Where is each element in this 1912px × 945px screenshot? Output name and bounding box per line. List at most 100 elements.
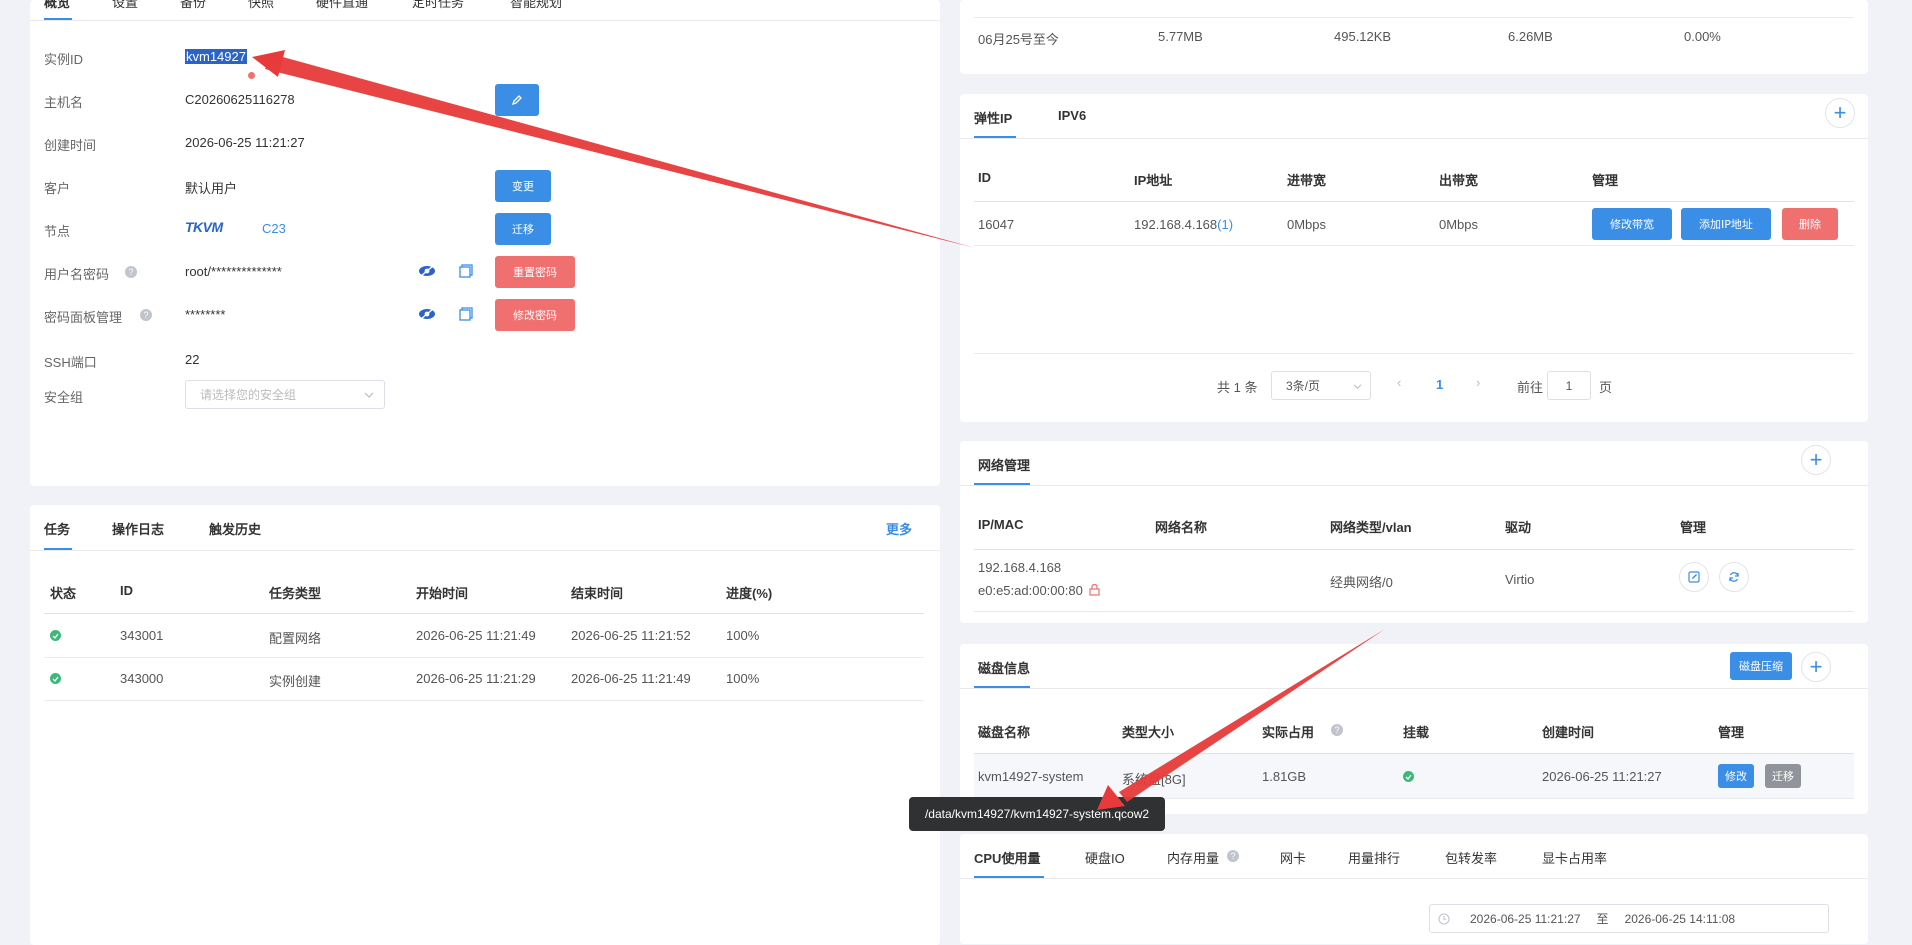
tab-passthrough[interactable]: 硬件直通 (316, 0, 368, 11)
task-end: 2026-06-25 11:21:49 (571, 671, 691, 686)
modify-bandwidth-button[interactable]: 修改带宽 (1592, 208, 1672, 240)
tab-planning[interactable]: 智能规划 (510, 0, 562, 11)
table-bottom-divider (974, 353, 1854, 354)
refresh-network-button[interactable] (1719, 562, 1749, 592)
disk-used: 1.81GB (1262, 769, 1307, 784)
tab-nic[interactable]: 网卡 (1280, 848, 1306, 867)
task-start: 2026-06-25 11:21:49 (416, 628, 536, 643)
security-group-select[interactable]: 请选择您的安全组 (185, 380, 385, 409)
range-end: 2026-06-25 14:11:08 (1624, 911, 1736, 926)
page-size-value: 3条/页 (1286, 379, 1321, 393)
edit-network-button[interactable] (1679, 562, 1709, 592)
tabs-divider (30, 550, 940, 551)
lock-icon (1089, 583, 1101, 596)
row-divider (44, 700, 924, 701)
eye-icon[interactable] (418, 264, 436, 281)
page-size-select[interactable]: 3条/页 (1271, 371, 1371, 400)
tab-overview[interactable]: 概览 (44, 0, 70, 11)
current-page[interactable]: 1 (1436, 377, 1443, 392)
migrate-node-button[interactable]: 迁移 (495, 213, 551, 245)
row-divider (974, 611, 1854, 612)
goto-page-input[interactable]: 1 (1547, 371, 1591, 400)
label-ssh-port: SSH端口 (44, 355, 97, 370)
ssh-port-value: 22 (185, 352, 200, 367)
edit-hostname-button[interactable] (495, 84, 539, 116)
node-link[interactable]: C23 (262, 221, 286, 236)
network-type: 经典网络/0 (1330, 575, 1393, 590)
tab-operation-log[interactable]: 操作日志 (112, 519, 164, 538)
copy-icon[interactable] (458, 263, 474, 282)
label-username-password: 用户名密码 (44, 267, 110, 282)
network-title: 网络管理 (978, 458, 1031, 473)
row-divider (974, 17, 1854, 18)
success-icon (50, 630, 61, 641)
tab-cpu-usage[interactable]: CPU使用量 (974, 848, 1040, 867)
add-network-button[interactable]: + (1801, 445, 1831, 475)
security-group-placeholder: 请选择您的安全组 (200, 388, 297, 402)
col-in-bandwidth: 进带宽 (1287, 173, 1327, 188)
add-elastic-ip-button[interactable]: + (1825, 98, 1855, 128)
add-ip-button[interactable]: 添加IP地址 (1681, 208, 1771, 240)
col-end-time: 结束时间 (571, 586, 624, 601)
label-node: 节点 (44, 224, 71, 239)
modify-disk-button[interactable]: 修改 (1718, 764, 1754, 788)
more-link[interactable]: 更多 (886, 519, 912, 538)
col-id: ID (978, 170, 991, 185)
add-disk-button[interactable]: + (1801, 652, 1831, 682)
disk-title: 磁盘信息 (978, 661, 1031, 676)
tab-disk-io[interactable]: 硬盘IO (1085, 848, 1125, 867)
tab-snapshot[interactable]: 快照 (248, 0, 274, 11)
col-network-name: 网络名称 (1155, 520, 1208, 535)
tab-gpu-usage[interactable]: 显卡占用率 (1542, 848, 1607, 867)
eip-count-link[interactable]: (1) (1217, 217, 1233, 232)
disk-created: 2026-06-25 11:21:27 (1542, 769, 1662, 784)
col-id: ID (120, 583, 133, 598)
label-instance-id: 实例ID (44, 52, 84, 67)
eip-out-bandwidth: 0Mbps (1439, 217, 1479, 232)
modify-password-button[interactable]: 修改密码 (495, 299, 575, 331)
copy-icon[interactable] (458, 306, 474, 325)
col-manage: 管理 (1680, 520, 1707, 535)
tab-tasks[interactable]: 任务 (44, 519, 70, 538)
disk-compress-button[interactable]: 磁盘压缩 (1730, 652, 1792, 680)
eye-icon[interactable] (418, 307, 436, 324)
chevron-down-icon (1353, 384, 1362, 389)
tabs-divider (960, 878, 1868, 879)
delete-ip-button[interactable]: 删除 (1782, 208, 1838, 240)
migrate-disk-button[interactable]: 迁移 (1765, 764, 1801, 788)
label-hostname: 主机名 (44, 95, 84, 110)
tabs-divider (30, 20, 940, 21)
instance-id-value: kvm14927 (185, 49, 247, 64)
tab-schedule[interactable]: 定时任务 (412, 0, 464, 11)
tab-trigger-history[interactable]: 触发历史 (209, 519, 261, 538)
tab-settings[interactable]: 设置 (112, 0, 138, 11)
tab-packet-rate[interactable]: 包转发率 (1445, 848, 1497, 867)
network-mac: e0:e5:ad:00:00:80 (978, 583, 1101, 598)
edit-icon (1688, 571, 1700, 583)
col-network-type: 网络类型/vlan (1330, 520, 1412, 535)
label-created: 创建时间 (44, 138, 97, 153)
col-out-bandwidth: 出带宽 (1439, 173, 1479, 188)
row-divider (974, 245, 1854, 246)
help-icon: ? (1331, 724, 1343, 736)
tab-elastic-ip[interactable]: 弹性IP (974, 108, 1012, 127)
network-card: 网络管理 + IP/MAC 网络名称 网络类型/vlan 驱动 管理 192.1… (960, 441, 1868, 623)
elastic-ip-card: 弹性IP IPV6 + ID IP地址 进带宽 出带宽 管理 16047 192… (960, 94, 1868, 422)
col-progress: 进度(%) (726, 586, 773, 601)
prev-page-icon[interactable]: ‹ (1397, 375, 1401, 390)
traffic-card: 06月25号至今 5.77MB 495.12KB 6.26MB 0.00% (960, 0, 1868, 74)
tabs-divider (960, 138, 1868, 139)
tab-ipv6[interactable]: IPV6 (1058, 108, 1086, 123)
disk-card: 磁盘信息 磁盘压缩 + 磁盘名称 类型大小 实际占用 ? 挂载 创建时间 管理 … (960, 644, 1868, 814)
help-icon: ? (125, 266, 137, 278)
col-manage: 管理 (1718, 725, 1745, 740)
tab-memory-usage[interactable]: 内存用量 (1167, 848, 1219, 867)
chevron-down-icon (364, 392, 374, 398)
date-range-picker[interactable]: 2026-06-25 11:21:27 至 2026-06-25 14:11:0… (1429, 904, 1829, 933)
tab-usage-ranking[interactable]: 用量排行 (1348, 848, 1400, 867)
change-customer-button[interactable]: 变更 (495, 170, 551, 202)
next-page-icon[interactable]: › (1476, 375, 1480, 390)
reset-password-button[interactable]: 重置密码 (495, 256, 575, 288)
tab-backup[interactable]: 备份 (180, 0, 206, 11)
disk-path-tooltip: /data/kvm14927/kvm14927-system.qcow2 (909, 797, 1165, 831)
